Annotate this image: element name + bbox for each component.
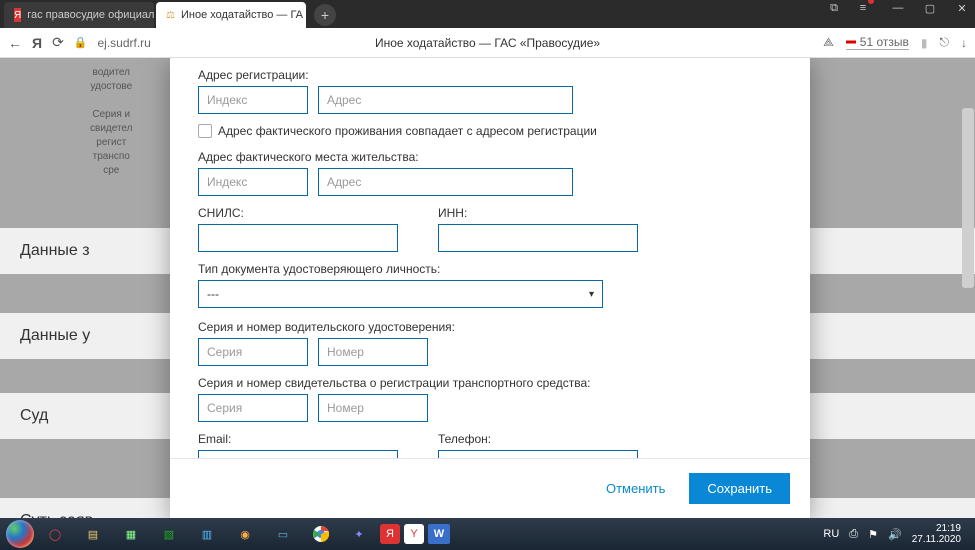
label-driver-license: Серия и номер водительского удостоверени… bbox=[198, 320, 782, 334]
maximize-icon[interactable]: ▢ bbox=[921, 2, 939, 15]
window-menu-icon[interactable]: ≡ bbox=[857, 2, 875, 15]
clock-date: 27.11.2020 bbox=[912, 534, 961, 545]
snils-input[interactable] bbox=[198, 224, 398, 252]
cancel-button[interactable]: Отменить bbox=[596, 473, 675, 504]
lock-icon: 🔒 bbox=[74, 36, 88, 49]
reviews-text: 51 отзыв bbox=[860, 35, 909, 49]
url-text[interactable]: ej.sudrf.ru bbox=[98, 36, 151, 50]
tab-search[interactable]: Я гас правосудие официаль bbox=[4, 2, 154, 28]
label-vehicle-reg: Серия и номер свидетельства о регистраци… bbox=[198, 376, 782, 390]
label-snils: СНИЛС: bbox=[198, 206, 398, 220]
scrollbar-thumb[interactable] bbox=[962, 108, 974, 288]
label-phone: Телефон: bbox=[438, 432, 638, 446]
doc-type-value: --- bbox=[207, 287, 219, 301]
flag-icon bbox=[846, 38, 856, 46]
page-title: Иное ходатайство — ГАС «Правосудие» bbox=[375, 36, 600, 50]
email-input[interactable] bbox=[198, 450, 398, 458]
fact-address-input[interactable] bbox=[318, 168, 573, 196]
taskbar-yandex-icon[interactable]: Я bbox=[380, 524, 400, 544]
tray-volume-icon[interactable]: 🔊 bbox=[888, 528, 902, 541]
taskbar-folder-icon[interactable]: ▭ bbox=[266, 521, 300, 547]
driver-series-input[interactable] bbox=[198, 338, 308, 366]
page-content: водител удостове Серия и свидетел регист… bbox=[0, 58, 975, 518]
chevron-down-icon: ▾ bbox=[589, 289, 594, 300]
section-label: Суть заяв bbox=[20, 512, 93, 518]
bookmark-icon[interactable]: ▮ bbox=[921, 36, 928, 50]
tab-gas-justice[interactable]: ⚖ Иное ходатайство — ГА × bbox=[156, 2, 306, 28]
doc-type-select[interactable]: --- ▾ bbox=[198, 280, 603, 308]
left-hint-text: водител удостове Серия и свидетел регист… bbox=[90, 66, 133, 178]
extensions-icon[interactable]: ⎋ bbox=[940, 35, 950, 50]
reg-index-input[interactable] bbox=[198, 86, 308, 114]
modal-form: Адрес регистрации: Адрес фактического пр… bbox=[170, 58, 810, 518]
vehicle-series-input[interactable] bbox=[198, 394, 308, 422]
driver-number-input[interactable] bbox=[318, 338, 428, 366]
close-window-icon[interactable]: ✕ bbox=[953, 2, 971, 15]
translate-icon[interactable]: ⟁ bbox=[823, 35, 834, 50]
inn-input[interactable] bbox=[438, 224, 638, 252]
reviews-link[interactable]: 51 отзыв bbox=[846, 35, 909, 50]
same-address-checkbox[interactable] bbox=[198, 124, 212, 138]
phone-input[interactable] bbox=[438, 450, 638, 458]
new-tab-button[interactable]: + bbox=[314, 4, 336, 26]
clock-time: 21:19 bbox=[912, 523, 961, 534]
tray-flag-icon[interactable]: ⚑ bbox=[868, 528, 878, 541]
save-button[interactable]: Сохранить bbox=[689, 473, 790, 504]
same-address-label: Адрес фактического проживания совпадает … bbox=[218, 124, 597, 138]
taskbar: ◯ ▤ ▦ ▧ ▥ ◉ ▭ ✦ Я Y W RU ⎙ ⚑ 🔊 21:19 27.… bbox=[0, 518, 975, 550]
window-controls: ⧉ ≡ — ▢ ✕ bbox=[825, 2, 971, 15]
label-doc-type: Тип документа удостоверяющего личность: bbox=[198, 262, 782, 276]
download-icon[interactable]: ↓ bbox=[961, 36, 967, 50]
taskbar-excel-icon[interactable]: ▧ bbox=[152, 521, 186, 547]
back-button[interactable]: ← bbox=[8, 35, 22, 51]
taskbar-app1-icon[interactable]: ▦ bbox=[114, 521, 148, 547]
tab-label: гас правосудие официаль bbox=[27, 9, 154, 21]
taskbar-clock[interactable]: 21:19 27.11.2020 bbox=[912, 523, 961, 545]
reg-address-input[interactable] bbox=[318, 86, 573, 114]
yandex-favicon: Я bbox=[14, 8, 21, 22]
taskbar-word-icon[interactable]: W bbox=[428, 524, 450, 544]
section-label: Данные у bbox=[20, 327, 90, 344]
yandex-button[interactable]: Я bbox=[32, 35, 42, 51]
section-label: Суд bbox=[20, 407, 48, 424]
taskbar-browser-icon[interactable]: Y bbox=[404, 524, 424, 544]
modal-footer: Отменить Сохранить bbox=[170, 458, 810, 518]
label-inn: ИНН: bbox=[438, 206, 638, 220]
modal-body: Адрес регистрации: Адрес фактического пр… bbox=[170, 58, 810, 458]
taskbar-compass-icon[interactable]: ✦ bbox=[342, 521, 376, 547]
address-bar: ← Я ⟳ 🔒 ej.sudrf.ru Иное ходатайство — Г… bbox=[0, 28, 975, 58]
taskbar-explorer-icon[interactable]: ▤ bbox=[76, 521, 110, 547]
fact-index-input[interactable] bbox=[198, 168, 308, 196]
start-button[interactable] bbox=[6, 520, 34, 548]
scales-favicon: ⚖ bbox=[166, 8, 175, 22]
window-overlay-icon[interactable]: ⧉ bbox=[825, 2, 843, 15]
minimize-icon[interactable]: — bbox=[889, 2, 907, 15]
tab-label: Иное ходатайство — ГА bbox=[181, 9, 303, 21]
tray-printer-icon[interactable]: ⎙ bbox=[849, 528, 858, 541]
taskbar-chrome-icon[interactable] bbox=[304, 521, 338, 547]
taskbar-opera-icon[interactable]: ◯ bbox=[38, 521, 72, 547]
browser-tabs: Я гас правосудие официаль ⚖ Иное ходатай… bbox=[0, 0, 975, 28]
section-label: Данные з bbox=[20, 242, 90, 259]
label-fact-address: Адрес фактического места жительства: bbox=[198, 150, 782, 164]
language-indicator[interactable]: RU bbox=[823, 528, 839, 540]
reload-button[interactable]: ⟳ bbox=[52, 34, 64, 51]
label-email: Email: bbox=[198, 432, 398, 446]
vehicle-number-input[interactable] bbox=[318, 394, 428, 422]
taskbar-app2-icon[interactable]: ▥ bbox=[190, 521, 224, 547]
label-reg-address: Адрес регистрации: bbox=[198, 68, 782, 82]
taskbar-player-icon[interactable]: ◉ bbox=[228, 521, 262, 547]
